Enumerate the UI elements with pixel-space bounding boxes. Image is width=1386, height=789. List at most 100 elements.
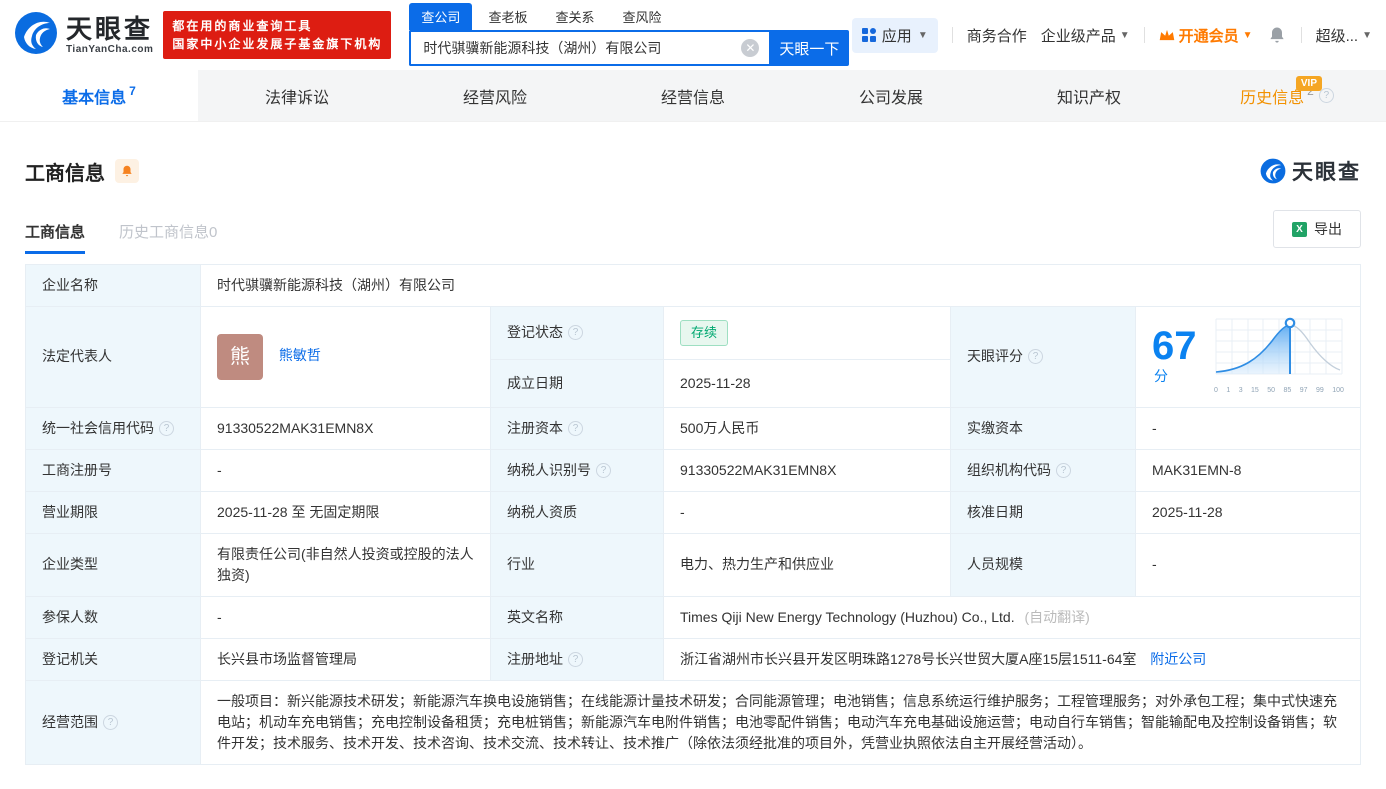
subtab-business-info[interactable]: 工商信息 (25, 221, 86, 254)
help-icon[interactable]: ? (596, 462, 611, 478)
nav-business-cooperation[interactable]: 商务合作 (967, 25, 1027, 46)
tab-operation-info[interactable]: 经营信息 (594, 70, 792, 121)
company-type-value: 有限责任公司(非自然人投资或控股的法人独资) (200, 532, 491, 597)
chevron-down-icon: ▼ (1362, 29, 1372, 41)
establish-date-value: 2025-11-28 (663, 358, 951, 408)
apps-menu[interactable]: 应用 ▼ (851, 17, 938, 53)
taxpayer-qualification-value: - (663, 490, 951, 534)
nearby-companies-link[interactable]: 附近公司 (1150, 651, 1206, 667)
main-content: 工商信息 天眼查 工商信息 历史工商信息0 X 导出 企业名称 时代骐骥新能源科… (0, 156, 1386, 765)
taxpayer-qualification-label: 纳税人资质 (490, 490, 664, 534)
nav-open-membership[interactable]: 开通会员 ▼ (1159, 25, 1253, 46)
chevron-down-icon: ▼ (917, 29, 928, 41)
company-name-value: 时代骐骥新能源科技（湖州）有限公司 (200, 264, 1361, 307)
help-icon[interactable]: ? (159, 420, 174, 436)
label-text: 纳税人识别号 (507, 461, 591, 478)
nav-enterprise-products[interactable]: 企业级产品 ▼ (1041, 25, 1130, 46)
search-tab-relation[interactable]: 查关系 (543, 3, 606, 30)
tab-count: 7 (129, 84, 136, 98)
help-icon[interactable]: ? (103, 714, 118, 730)
tab-legal-proceedings[interactable]: 法律诉讼 (198, 70, 396, 121)
auto-translate-note: (自动翻译) (1024, 608, 1090, 625)
help-icon[interactable]: ? (1056, 462, 1071, 478)
apps-label: 应用 (881, 27, 912, 45)
label-text: 注册地址 (507, 650, 563, 667)
search-tab-boss[interactable]: 查老板 (476, 3, 539, 30)
help-icon[interactable]: ? (1028, 349, 1043, 365)
subtab-row: 工商信息 历史工商信息0 X 导出 (25, 210, 1361, 254)
legal-rep-link[interactable]: 熊敏哲 (279, 347, 321, 363)
reg-address-value: 浙江省湖州市长兴县开发区明珠路1278号长兴世贸大厦A座15层1511-64室 (680, 650, 1137, 667)
subscribe-bell-icon[interactable] (115, 159, 139, 183)
company-type-label: 企业类型 (25, 532, 201, 597)
org-code-label: 组织机构代码? (950, 448, 1136, 492)
tab-label: 经营信息 (660, 89, 725, 107)
enterprise-label: 企业级产品 (1040, 27, 1116, 45)
industry-value: 电力、热力生产和供应业 (663, 532, 951, 597)
subtab-history-business-info[interactable]: 历史工商信息0 (119, 221, 217, 254)
industry-label: 行业 (490, 532, 664, 597)
tyc-score-label: 天眼评分 ? (950, 306, 1136, 408)
tab-history-info[interactable]: VIP 历史信息 2 ? (1188, 70, 1386, 121)
divider (1143, 27, 1145, 43)
top-header: 天眼查 TianYanCha.com 都在用的商业查询工具 国家中小企业发展子基… (0, 0, 1386, 70)
paid-capital-label: 实缴资本 (950, 406, 1136, 450)
tab-company-development[interactable]: 公司发展 (792, 70, 990, 121)
tab-label: 法律诉讼 (264, 89, 329, 107)
reg-capital-value: 500万人民币 (663, 406, 951, 450)
reg-status-label: 登记状态 ? (490, 306, 664, 360)
tab-label: 基本信息 (62, 89, 127, 107)
search-input[interactable] (409, 30, 770, 66)
business-scope-label: 经营范围? (25, 679, 201, 765)
tab-operation-risk[interactable]: 经营风险 (396, 70, 594, 121)
chart-x-ticks: 01 3 15 50 85 97 99 100 (1214, 387, 1344, 394)
english-name-value: Times Qiji New Energy Technology (Huzhou… (680, 608, 1015, 625)
help-icon[interactable]: ? (1318, 88, 1334, 103)
promo-badge: 都在用的商业查询工具 国家中小企业发展子基金旗下机构 (163, 11, 392, 59)
establish-date-label: 成立日期 (490, 358, 664, 408)
legal-rep-label: 法定代表人 (25, 306, 201, 408)
watermark-logo: 天眼查 (1260, 156, 1361, 186)
tianyancha-logo[interactable]: 天眼查 TianYanCha.com (14, 11, 153, 60)
credit-code-label: 统一社会信用代码? (25, 406, 201, 450)
tab-label: 经营风险 (462, 89, 527, 107)
nav-account-menu[interactable]: 超级... ▼ (1316, 25, 1372, 46)
staff-size-value: - (1135, 532, 1361, 597)
approval-date-label: 核准日期 (950, 490, 1136, 534)
membership-label: 开通会员 (1178, 27, 1239, 45)
search-tab-risk[interactable]: 查风险 (610, 3, 673, 30)
registry-authority-label: 登记机关 (25, 637, 201, 681)
excel-icon: X (1292, 221, 1307, 237)
divider (1300, 27, 1302, 43)
reg-status-cell: 存续 (663, 306, 951, 360)
search-button[interactable]: 天眼一下 (769, 30, 850, 66)
search-tab-company[interactable]: 查公司 (409, 3, 473, 30)
approval-date-value: 2025-11-28 (1135, 490, 1361, 534)
legal-rep-avatar[interactable]: 熊 (217, 333, 263, 380)
chevron-down-icon: ▼ (1119, 29, 1130, 41)
label-text: 统一社会信用代码 (42, 419, 154, 436)
header-nav: 应用 ▼ 商务合作 企业级产品 ▼ 开通会员 ▼ 超级... ▼ (851, 17, 1372, 53)
label-text: 登记状态 (507, 324, 563, 341)
english-name-cell: Times Qiji New Energy Technology (Huzhou… (663, 595, 1361, 639)
export-button[interactable]: X 导出 (1273, 210, 1361, 248)
notification-bell-icon[interactable] (1267, 25, 1287, 45)
help-icon[interactable]: ? (568, 420, 583, 436)
business-term-label: 营业期限 (25, 490, 201, 534)
score-unit: 分 (1154, 368, 1168, 385)
score-marker-pin (1284, 317, 1296, 329)
reg-address-label: 注册地址? (490, 637, 664, 681)
tab-label: 历史信息 (1240, 89, 1305, 107)
table-row: 营业期限 2025-11-28 至 无固定期限 纳税人资质 - 核准日期 202… (25, 490, 1361, 534)
table-row: 经营范围? 一般项目：新兴能源技术研发；新能源汽车换电设施销售；在线能源计量技术… (25, 679, 1361, 765)
help-icon[interactable]: ? (568, 651, 583, 667)
table-row: 登记机关 长兴县市场监督管理局 注册地址? 浙江省湖州市长兴县开发区明珠路127… (25, 637, 1361, 681)
tab-basic-info[interactable]: 基本信息 7 (0, 70, 198, 121)
tab-intellectual-property[interactable]: 知识产权 (990, 70, 1188, 121)
help-icon[interactable]: ? (568, 325, 583, 341)
promo-line2: 国家中小企业发展子基金旗下机构 (172, 37, 383, 51)
search-tabs: 查公司 查老板 查关系 查风险 (409, 3, 849, 30)
insured-count-value: - (200, 595, 491, 639)
table-row: 工商注册号 - 纳税人识别号? 91330522MAK31EMN8X 组织机构代… (25, 448, 1361, 492)
tyc-score-cell[interactable]: 67分 0 1 3 15 50 85 97 99 100 (1135, 306, 1361, 408)
